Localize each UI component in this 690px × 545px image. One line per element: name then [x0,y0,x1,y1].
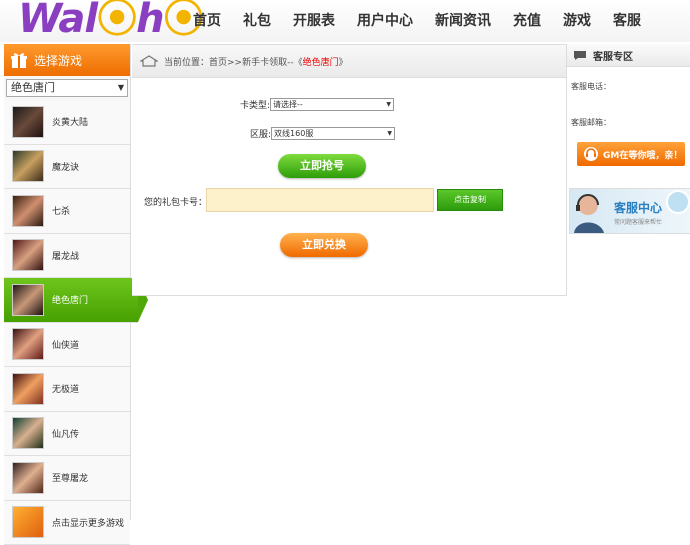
speech-bubble-icon [665,189,690,215]
support-center-banner[interactable]: 客服中心 常问题客服来帮忙 [569,188,690,234]
game-item-6[interactable]: 仙侠道 [4,323,130,368]
support-center-title: 客服中心 [614,199,662,216]
main-nav: 首页 礼包 开服表 用户中心 新闻资讯 充值 游戏 客服 [182,0,652,42]
game-name: 屠龙战 [52,249,79,262]
game-item-4[interactable]: 屠龙战 [4,234,130,279]
gm-button-label: GM在等你哦，亲！ [603,148,682,161]
game-select[interactable]: 绝色唐门 ▼ [6,79,128,97]
game-avatar [12,284,44,316]
game-avatar [12,462,44,494]
game-avatar [12,106,44,138]
game-select-value: 绝色唐门 [11,81,55,94]
chevron-down-icon: ▼ [386,99,391,110]
support-center-subtitle: 常问题客服来帮忙 [614,217,662,226]
game-avatar [12,417,44,449]
game-item-3[interactable]: 七杀 [4,189,130,234]
redeem-button[interactable]: 立即兑换 [280,233,368,257]
game-item-5-active[interactable]: 绝色唐门 [4,278,138,323]
nav-news[interactable]: 新闻资讯 [424,0,502,42]
server-select[interactable]: 双线160服 ▼ [271,127,395,140]
game-avatar [12,373,44,405]
nav-support[interactable]: 客服 [602,0,652,42]
server-label: 区服: [250,127,271,140]
game-item-1[interactable]: 炎黄大陆 [4,100,130,145]
game-name: 魔龙诀 [52,160,79,173]
agent-avatar-icon [570,189,612,233]
game-name: 仙侠道 [52,338,79,351]
game-name: 至尊屠龙 [52,471,88,484]
headset-icon [583,146,599,162]
gm-contact-button[interactable]: GM在等你哦，亲！ [577,142,685,166]
card-type-select[interactable]: 请选择-- ▼ [270,98,394,111]
gift-code-label: 您的礼包卡号： [144,195,207,208]
gift-icon [10,51,28,69]
nav-recharge[interactable]: 充值 [502,0,552,42]
home-icon [140,55,158,67]
game-avatar [12,195,44,227]
breadcrumb-suffix: 》 [339,55,348,68]
game-avatar [12,239,44,271]
more-games-item[interactable]: 点击显示更多游戏 [4,501,130,545]
breadcrumb: 当前位置：首页>>新手卡领取--《绝色唐门》 [132,45,566,78]
card-type-row: 卡类型: 请选择-- ▼ [240,98,394,111]
support-phone: 客服电话： [567,67,690,103]
nav-games[interactable]: 游戏 [552,0,602,42]
gift-card-panel: 当前位置：首页>>新手卡领取--《绝色唐门》 卡类型: 请选择-- ▼ 区服: 双… [132,44,567,296]
nav-home[interactable]: 首页 [182,0,232,42]
game-sidebar: 选择游戏 绝色唐门 ▼ 炎黄大陆 魔龙诀 七杀 屠龙战 绝色唐门 仙侠道 无极道… [4,44,131,520]
nav-server-list[interactable]: 开服表 [282,0,346,42]
support-title: 客服专区 [593,48,633,63]
breadcrumb-text: 当前位置：首页>>新手卡领取--《 [164,55,303,68]
code-label-row: 您的礼包卡号： [144,195,207,208]
card-type-value: 请选择-- [273,100,303,109]
chevron-down-icon: ▼ [118,80,124,96]
game-name: 绝色唐门 [52,293,88,306]
nav-user-center[interactable]: 用户中心 [346,0,424,42]
chevron-down-icon: ▼ [387,128,392,139]
game-name: 七杀 [52,204,70,217]
game-item-7[interactable]: 无极道 [4,367,130,412]
gift-code-input[interactable] [206,188,434,212]
nav-gift[interactable]: 礼包 [232,0,282,42]
plus-icon [12,506,44,538]
copy-button[interactable]: 点击复制 [437,189,503,211]
game-name: 炎黄大陆 [52,115,88,128]
game-name: 点击显示更多游戏 [52,516,124,529]
support-email: 客服邮箱： [567,103,690,139]
sidebar-title: 选择游戏 [34,52,82,69]
breadcrumb-game-link[interactable]: 绝色唐门 [303,55,339,68]
game-avatar [12,150,44,182]
game-item-2[interactable]: 魔龙诀 [4,145,130,190]
game-avatar [12,328,44,360]
header: Wal⦿h⦿ 首页 礼包 开服表 用户中心 新闻资讯 充值 游戏 客服 [0,0,690,42]
game-name: 无极道 [52,382,79,395]
site-logo[interactable]: Wal⦿h⦿ [18,0,203,44]
grab-code-button[interactable]: 立即抢号 [278,154,366,178]
game-item-9[interactable]: 至尊屠龙 [4,456,130,501]
server-value: 双线160服 [274,129,313,138]
support-header: 客服专区 [567,44,690,67]
sidebar-header: 选择游戏 [4,44,130,76]
support-panel: 客服专区 客服电话： 客服邮箱： GM在等你哦，亲！ 客服中心 常问题客服来帮忙 [567,44,690,234]
game-item-8[interactable]: 仙凡传 [4,412,130,457]
chat-icon [573,50,587,61]
game-name: 仙凡传 [52,427,79,440]
server-row: 区服: 双线160服 ▼ [250,127,395,140]
card-type-label: 卡类型: [240,98,270,111]
logo-ring-icon: ⦿ [97,0,136,42]
